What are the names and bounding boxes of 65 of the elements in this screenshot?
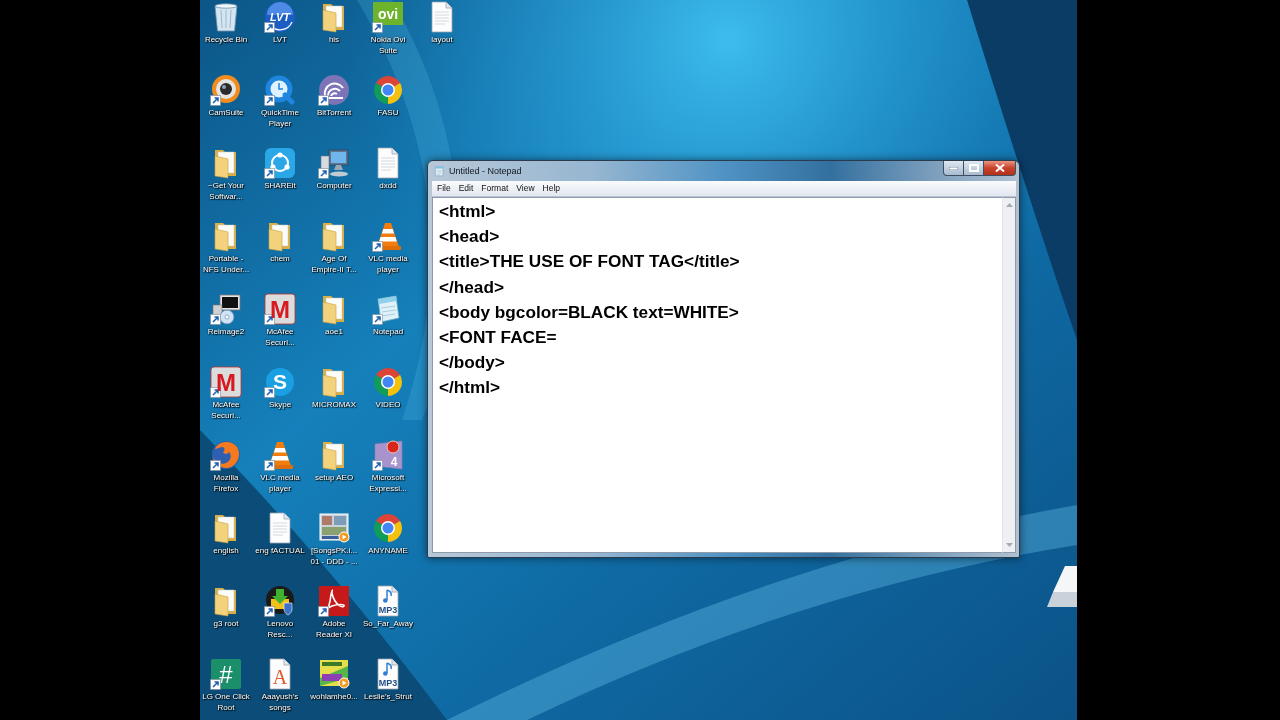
desktop-shortcut[interactable]: SHAREit bbox=[253, 146, 307, 192]
desktop-shortcut[interactable]: MP3 Leslie's_Strut bbox=[361, 657, 415, 703]
window-title: Untitled - Notepad bbox=[449, 166, 522, 176]
desktop-shortcut[interactable]: eng fACTUAL bbox=[253, 511, 307, 557]
notepad-icon bbox=[434, 165, 445, 177]
wallpaper-logo-fragment bbox=[1047, 566, 1077, 607]
text-area[interactable]: <html> <head> <title>THE USE OF FONT TAG</title> </head> <body bgcolor=BLACK text=WHITE> <FONT FACE= </body> </html> bbox=[432, 197, 1002, 553]
desktop-shortcut[interactable]: his bbox=[307, 0, 361, 46]
desktop-shortcut[interactable]: VIDEO bbox=[361, 365, 415, 411]
desktop-shortcut[interactable]: g3 root bbox=[199, 584, 253, 630]
desktop-shortcut[interactable]: aoe1 bbox=[307, 292, 361, 338]
menu-item[interactable]: File bbox=[433, 182, 455, 195]
desktop-shortcut[interactable]: ANYNAME bbox=[361, 511, 415, 557]
close-button[interactable] bbox=[984, 161, 1016, 176]
letter-m-tile-icon: M bbox=[210, 366, 242, 398]
desktop-shortcut[interactable]: A Aaayush's songs bbox=[253, 657, 307, 713]
vertical-scrollbar[interactable] bbox=[1002, 197, 1016, 553]
letter-m-tile-icon: M bbox=[264, 293, 296, 325]
desktop-shortcut[interactable]: setup AEO bbox=[307, 438, 361, 484]
menu-item[interactable]: Edit bbox=[454, 182, 478, 195]
hash-tile-icon: # bbox=[210, 658, 242, 690]
minimize-icon bbox=[949, 166, 958, 170]
desktop-shortcut[interactable]: S Skype bbox=[253, 365, 307, 411]
desktop-shortcut[interactable]: Adobe Reader XI bbox=[307, 584, 361, 640]
menu-item[interactable]: View bbox=[512, 182, 539, 195]
desktop-shortcut[interactable]: [SongsPK.i... 01 - DDD - ... bbox=[307, 511, 361, 567]
desktop-shortcut[interactable]: CamSuite bbox=[199, 73, 253, 119]
desktop-shortcut[interactable]: MICROMAX bbox=[307, 365, 361, 411]
desktop-shortcut[interactable]: M McAfee Securi... bbox=[199, 365, 253, 421]
desktop-shortcut[interactable]: english bbox=[199, 511, 253, 557]
caret-down-icon bbox=[1005, 543, 1013, 547]
app-tile-icon: 4 bbox=[372, 439, 404, 471]
desktop-shortcut[interactable]: ~Get Your Softwar... bbox=[199, 146, 253, 202]
desktop-shortcut[interactable]: FASU bbox=[361, 73, 415, 119]
desktop-shortcut[interactable]: VLC media player bbox=[253, 438, 307, 494]
desktop-shortcut[interactable]: VLC media player bbox=[361, 219, 415, 275]
desktop-shortcut[interactable]: Notepad bbox=[361, 292, 415, 338]
minimize-button[interactable] bbox=[943, 161, 964, 176]
desktop-shortcut[interactable]: QuickTime Player bbox=[253, 73, 307, 129]
menu-item[interactable]: Format bbox=[477, 182, 513, 195]
desktop-shortcut[interactable]: # LG One Click Root bbox=[199, 657, 253, 713]
menu-item[interactable]: Help bbox=[538, 182, 565, 195]
desktop-shortcut[interactable]: dxdd bbox=[361, 146, 415, 192]
desktop-shortcut[interactable]: wohlamhe0... bbox=[307, 657, 361, 703]
desktop-shortcut[interactable]: 4 Microsoft Expressi... bbox=[361, 438, 415, 494]
desktop-shortcut[interactable]: Age Of Empire-II T... bbox=[307, 219, 361, 275]
desktop-shortcut[interactable]: ovi Nokia Ovi Suite bbox=[361, 0, 415, 56]
desktop-shortcut[interactable]: MP3 So_Far_Away bbox=[361, 584, 415, 630]
letter-s-disc-icon: S bbox=[264, 366, 296, 398]
desktop-shortcut[interactable]: Mozilla Firefox bbox=[199, 438, 253, 494]
maximize-icon bbox=[968, 164, 979, 172]
desktop-shortcut[interactable]: LVT LVT bbox=[253, 0, 307, 46]
desktop-shortcut[interactable]: Computer bbox=[307, 146, 361, 192]
desktop-shortcut[interactable]: layout bbox=[415, 0, 469, 46]
lettered-disc-icon: LVT bbox=[264, 1, 296, 33]
desktop-shortcut[interactable]: Recycle Bin bbox=[199, 0, 253, 46]
desktop-shortcut[interactable]: Lenovo Resc... bbox=[253, 584, 307, 640]
desktop-shortcut[interactable]: Portable - NFS Under... bbox=[199, 219, 253, 275]
maximize-button[interactable] bbox=[964, 161, 984, 176]
desktop-shortcut[interactable]: M McAfee Securi... bbox=[253, 292, 307, 348]
desktop-shortcut[interactable]: chem bbox=[253, 219, 307, 265]
desktop-shortcut[interactable]: BitTorrent bbox=[307, 73, 361, 119]
desktop-shortcut[interactable]: Reimage2 bbox=[199, 292, 253, 338]
caret-up-icon bbox=[1005, 203, 1013, 207]
close-icon bbox=[994, 164, 1005, 172]
